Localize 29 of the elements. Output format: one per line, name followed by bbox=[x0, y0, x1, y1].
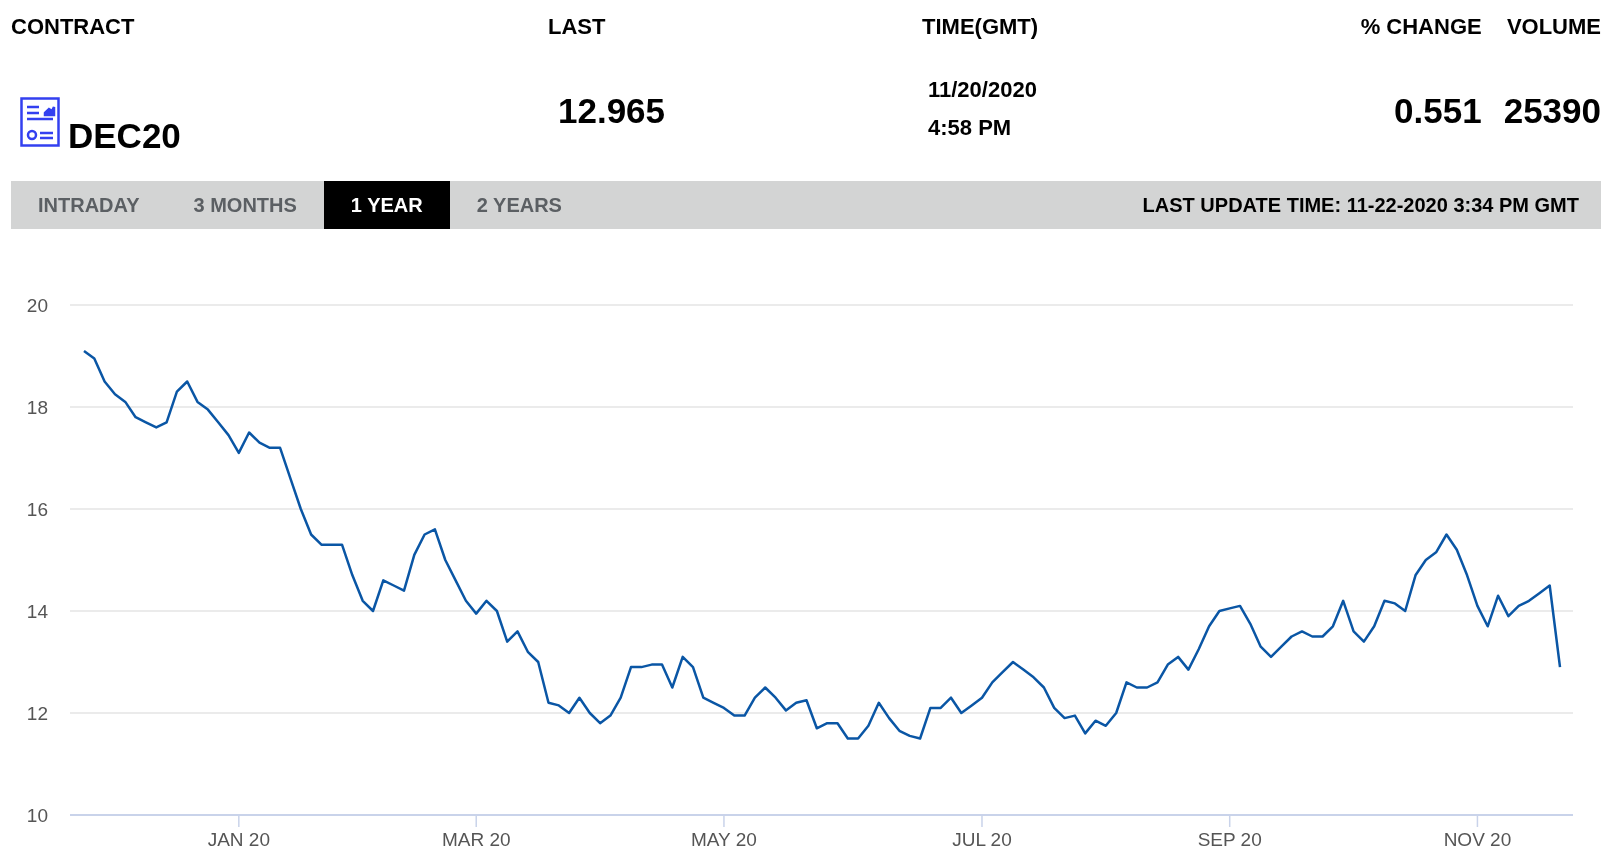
column-header: CONTRACT bbox=[11, 13, 135, 41]
axis-tick-label: 10 bbox=[26, 805, 48, 826]
percent-change: 0.551 bbox=[1394, 93, 1482, 128]
trade-time: 4:58 PM bbox=[928, 113, 1013, 142]
column-header: VOLUME bbox=[1506, 13, 1601, 41]
axis-tick-label: SEP 20 bbox=[1197, 829, 1262, 850]
last-update-time: LAST UPDATE TIME: 11-22-2020 3:34 PM GMT bbox=[1142, 193, 1580, 218]
axis-tick-label: NOV 20 bbox=[1443, 829, 1512, 850]
axis-tick-label: JUL 20 bbox=[952, 829, 1012, 850]
column-header: % CHANGE bbox=[1360, 13, 1482, 41]
last-price: 12.965 bbox=[558, 93, 666, 128]
axis-tick-label: 20 bbox=[26, 295, 48, 316]
axis-tick-label: 12 bbox=[26, 703, 48, 724]
axis-tick-label: 16 bbox=[26, 499, 48, 520]
volume-value: 25390 bbox=[1503, 93, 1601, 128]
axis-tick-label: MAR 20 bbox=[441, 829, 511, 850]
axis-tick-label: 14 bbox=[26, 601, 48, 622]
contract-name: DEC20 bbox=[68, 118, 181, 153]
range-tab[interactable]: 3 MONTHS bbox=[166, 181, 324, 229]
axis-tick-label: 18 bbox=[26, 397, 48, 418]
column-header: TIME(GMT) bbox=[921, 13, 1039, 41]
column-header: LAST bbox=[547, 13, 606, 41]
report-chart-icon bbox=[20, 97, 60, 147]
range-tab[interactable]: 2 YEARS bbox=[449, 181, 589, 229]
axis-tick-label: MAY 20 bbox=[691, 829, 757, 850]
trade-date: 11/20/2020 bbox=[928, 75, 1038, 104]
range-tab[interactable]: 1 YEAR bbox=[323, 181, 450, 229]
range-tab[interactable]: INTRADAY bbox=[11, 181, 167, 229]
axis-tick-label: JAN 20 bbox=[207, 829, 270, 850]
